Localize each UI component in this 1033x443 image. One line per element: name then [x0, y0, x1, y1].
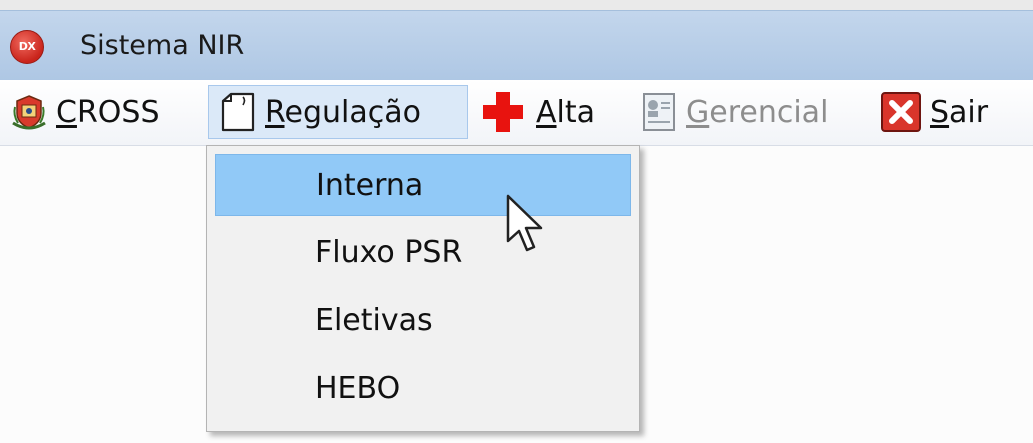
menu-gerencial-mnemonic: G: [686, 94, 710, 130]
menu-gerencial[interactable]: Gerencial: [640, 85, 828, 139]
menu-item-eletivas[interactable]: Eletivas: [215, 290, 631, 352]
menu-sair-label: air: [949, 94, 989, 130]
menu-item-hebo[interactable]: HEBO: [215, 358, 631, 420]
menu-alta[interactable]: Alta: [480, 85, 595, 139]
menu-cross-mnemonic: C: [56, 94, 77, 130]
app-window: DX Sistema NIR CROSS Regulação Alta Gere…: [0, 0, 1033, 443]
menu-sair[interactable]: Sair: [880, 85, 988, 139]
state-emblem-icon: [10, 93, 48, 131]
mouse-pointer-icon: [505, 193, 547, 255]
menu-alta-label: lta: [556, 94, 596, 130]
menu-sair-mnemonic: S: [930, 94, 950, 130]
red-cross-icon: [480, 89, 526, 135]
app-logo-icon[interactable]: DX: [10, 30, 44, 64]
menu-cross-label: ROSS: [76, 94, 160, 130]
menu-item-interna[interactable]: Interna: [215, 154, 631, 216]
regulacao-dropdown-menu: Interna Fluxo PSR Eletivas HEBO: [206, 145, 640, 432]
menu-regulacao-mnemonic: R: [265, 94, 285, 130]
window-title: Sistema NIR: [80, 30, 245, 61]
menu-regulacao-label: egulação: [284, 94, 421, 130]
menu-alta-mnemonic: A: [536, 94, 557, 130]
menu-cross[interactable]: CROSS: [10, 85, 160, 139]
title-bar[interactable]: DX Sistema NIR: [0, 10, 1033, 81]
menu-bar: CROSS Regulação Alta Gerencial Sair: [0, 80, 1033, 146]
menu-item-fluxo-psr[interactable]: Fluxo PSR: [215, 222, 631, 284]
id-card-icon: [640, 92, 678, 132]
menu-regulacao[interactable]: Regulação: [208, 85, 468, 139]
document-icon: [217, 91, 257, 133]
close-icon: [880, 91, 922, 133]
menu-gerencial-label: erencial: [709, 94, 829, 130]
